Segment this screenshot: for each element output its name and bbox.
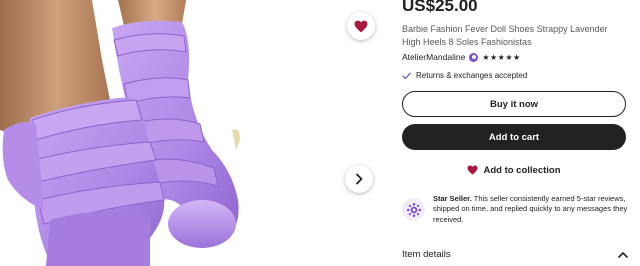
chevron-up-icon (618, 251, 628, 258)
item-details-toggle[interactable]: Item details (402, 246, 628, 262)
heart-icon (467, 165, 478, 175)
next-image-button[interactable] (345, 165, 373, 193)
favorite-button[interactable] (347, 12, 375, 40)
rating-stars[interactable]: ★★★★★ (482, 53, 520, 62)
star-seller-notice: Star Seller. This seller consistently ea… (402, 194, 628, 225)
price: US$25.00 (402, 0, 478, 15)
returns-policy-text: Returns & exchanges accepted (416, 71, 528, 80)
heart-icon (354, 20, 368, 32)
buy-it-now-button[interactable]: Buy it now (402, 91, 626, 117)
item-details-label: Item details (402, 248, 451, 260)
product-photo[interactable] (0, 0, 386, 266)
star-seller-badge-icon (469, 52, 479, 62)
star-seller-heading: Star Seller. (433, 194, 472, 203)
checkmark-icon (402, 72, 411, 79)
star-seller-text: Star Seller. This seller consistently ea… (433, 194, 628, 225)
chevron-right-icon (356, 173, 363, 185)
add-to-cart-button[interactable]: Add to cart (402, 124, 626, 150)
listing-title: Barbie Fashion Fever Doll Shoes Strappy … (402, 24, 608, 47)
seller-row: AtelierMandaline ★★★★★ (402, 52, 521, 62)
add-to-collection-button[interactable]: Add to collection (402, 161, 626, 179)
product-image-gallery (0, 0, 386, 266)
seller-name-link[interactable]: AtelierMandaline (402, 52, 465, 62)
returns-row: Returns & exchanges accepted (402, 71, 527, 80)
star-seller-icon (402, 198, 425, 221)
add-to-collection-label: Add to collection (483, 164, 561, 176)
